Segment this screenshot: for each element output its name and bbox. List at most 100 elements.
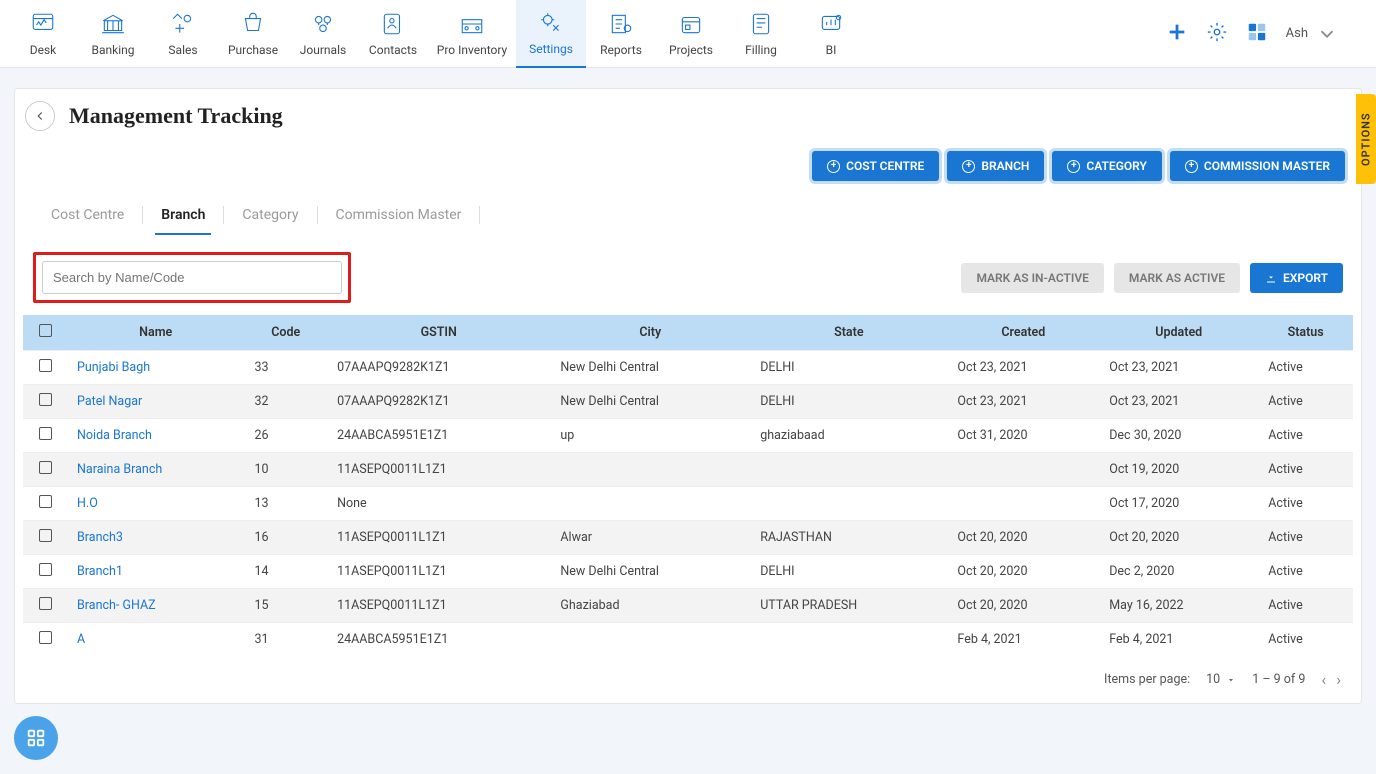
row-created: Feb 4, 2021 <box>947 623 1099 657</box>
row-checkbox[interactable] <box>39 495 52 508</box>
row-name-link[interactable]: A <box>77 632 85 647</box>
row-name-link[interactable]: Naraina Branch <box>77 462 162 477</box>
row-checkbox[interactable] <box>39 529 52 542</box>
row-state: DELHI <box>750 385 947 419</box>
pagination: Items per page: 10 1 – 9 of 9 ‹ › <box>15 656 1361 703</box>
row-code: 31 <box>244 623 327 657</box>
header-code: Code <box>244 315 327 351</box>
row-created: Oct 20, 2020 <box>947 555 1099 589</box>
row-gstin: 11ASEPQ0011L1Z1 <box>327 555 550 589</box>
row-created: Oct 20, 2020 <box>947 589 1099 623</box>
nav-sales[interactable]: Sales <box>148 0 218 68</box>
nav-journals[interactable]: Journals <box>288 0 358 68</box>
row-checkbox[interactable] <box>39 461 52 474</box>
row-created <box>947 487 1099 521</box>
nav-contacts[interactable]: Contacts <box>358 0 428 68</box>
row-gstin: 11ASEPQ0011L1Z1 <box>327 589 550 623</box>
nav-banking[interactable]: Banking <box>78 0 148 68</box>
nav-purchase[interactable]: Purchase <box>218 0 288 68</box>
pager-label: Items per page: <box>1104 672 1190 687</box>
row-state: ghaziabaad <box>750 419 947 453</box>
header-checkbox[interactable] <box>23 315 67 351</box>
row-city: up <box>550 419 750 453</box>
row-name-link[interactable]: Patel Nagar <box>77 394 142 409</box>
search-input[interactable] <box>42 261 342 294</box>
nav-settings[interactable]: Settings <box>516 0 586 68</box>
nav-label: Filling <box>745 43 777 57</box>
pager-perpage[interactable]: 10 <box>1206 672 1236 687</box>
row-gstin: 11ASEPQ0011L1Z1 <box>327 453 550 487</box>
row-name-link[interactable]: H.O <box>77 496 98 511</box>
row-city: New Delhi Central <box>550 385 750 419</box>
export-button[interactable]: EXPORT <box>1250 263 1343 293</box>
row-checkbox[interactable] <box>39 359 52 372</box>
cost-centre-button[interactable]: +COST CENTRE <box>812 151 939 181</box>
row-status: Active <box>1258 521 1353 555</box>
sales-icon <box>170 11 196 37</box>
table-row: Noida Branch 26 24AABCA5951E1Z1 up ghazi… <box>23 419 1353 453</box>
row-checkbox[interactable] <box>39 597 52 610</box>
nav-label: Desk <box>30 43 57 57</box>
nav-proinventory[interactable]: Pro Inventory <box>428 0 516 68</box>
tab-category[interactable]: Category <box>224 195 316 235</box>
tab-branch[interactable]: Branch <box>143 195 223 235</box>
app-launcher-fab[interactable] <box>14 716 58 760</box>
settings-icon <box>538 10 564 36</box>
nav-label: Projects <box>669 43 713 57</box>
header-state: State <box>750 315 947 351</box>
row-name-link[interactable]: Punjabi Bagh <box>77 360 150 375</box>
add-icon[interactable] <box>1166 21 1188 47</box>
back-button[interactable] <box>25 101 55 131</box>
row-state <box>750 487 947 521</box>
branch-button[interactable]: +BRANCH <box>947 151 1044 181</box>
nav-label: Journals <box>300 43 346 57</box>
row-name-link[interactable]: Branch- GHAZ <box>77 598 156 613</box>
calculator-icon[interactable] <box>1246 21 1268 47</box>
header-name: Name <box>67 315 244 351</box>
row-checkbox[interactable] <box>39 563 52 576</box>
nav-label: Banking <box>92 43 135 57</box>
row-updated: Dec 2, 2020 <box>1099 555 1258 589</box>
nav-projects[interactable]: Projects <box>656 0 726 68</box>
row-status: Active <box>1258 385 1353 419</box>
tab-cost-centre[interactable]: Cost Centre <box>33 195 142 235</box>
row-created <box>947 453 1099 487</box>
row-status: Active <box>1258 555 1353 589</box>
nav-reports[interactable]: Reports <box>586 0 656 68</box>
row-name-link[interactable]: Noida Branch <box>77 428 152 443</box>
row-checkbox[interactable] <box>39 393 52 406</box>
options-tab[interactable]: OPTIONS <box>1356 94 1376 184</box>
row-state: DELHI <box>750 351 947 385</box>
pager-prev[interactable]: ‹ <box>1321 670 1326 689</box>
row-gstin: 24AABCA5951E1Z1 <box>327 419 550 453</box>
commission-master-button[interactable]: +COMMISSION MASTER <box>1170 151 1345 181</box>
nav-filling[interactable]: Filling <box>726 0 796 68</box>
row-name-link[interactable]: Branch3 <box>77 530 123 545</box>
nav-label: Contacts <box>369 43 417 57</box>
row-updated: Dec 30, 2020 <box>1099 419 1258 453</box>
gear-icon[interactable] <box>1206 21 1228 47</box>
nav-desk[interactable]: Desk <box>8 0 78 68</box>
row-checkbox[interactable] <box>39 427 52 440</box>
branch-table: Name Code GSTIN City State Created Updat… <box>23 315 1353 656</box>
table-row: Punjabi Bagh 33 07AAAPQ9282K1Z1 New Delh… <box>23 351 1353 385</box>
mark-inactive-button[interactable]: MARK AS IN-ACTIVE <box>961 263 1103 293</box>
header-gstin: GSTIN <box>327 315 550 351</box>
row-name-link[interactable]: Branch1 <box>77 564 123 579</box>
plus-icon: + <box>962 160 975 173</box>
row-state: DELHI <box>750 555 947 589</box>
row-checkbox[interactable] <box>39 631 52 644</box>
mark-active-button[interactable]: MARK AS ACTIVE <box>1114 263 1240 293</box>
tab-commission-master[interactable]: Commission Master <box>318 195 480 235</box>
category-button[interactable]: +CATEGORY <box>1052 151 1161 181</box>
header-created: Created <box>947 315 1099 351</box>
projects-icon <box>678 11 704 37</box>
table-row: Branch3 16 11ASEPQ0011L1Z1 Alwar RAJASTH… <box>23 521 1353 555</box>
plus-icon: + <box>1185 160 1198 173</box>
user-menu[interactable]: Ash <box>1286 23 1338 45</box>
nav-bi[interactable]: BI <box>796 0 866 68</box>
nav-right: Ash <box>1166 21 1368 47</box>
pager-next[interactable]: › <box>1336 670 1341 689</box>
journals-icon <box>310 11 336 37</box>
row-updated: Oct 23, 2021 <box>1099 385 1258 419</box>
